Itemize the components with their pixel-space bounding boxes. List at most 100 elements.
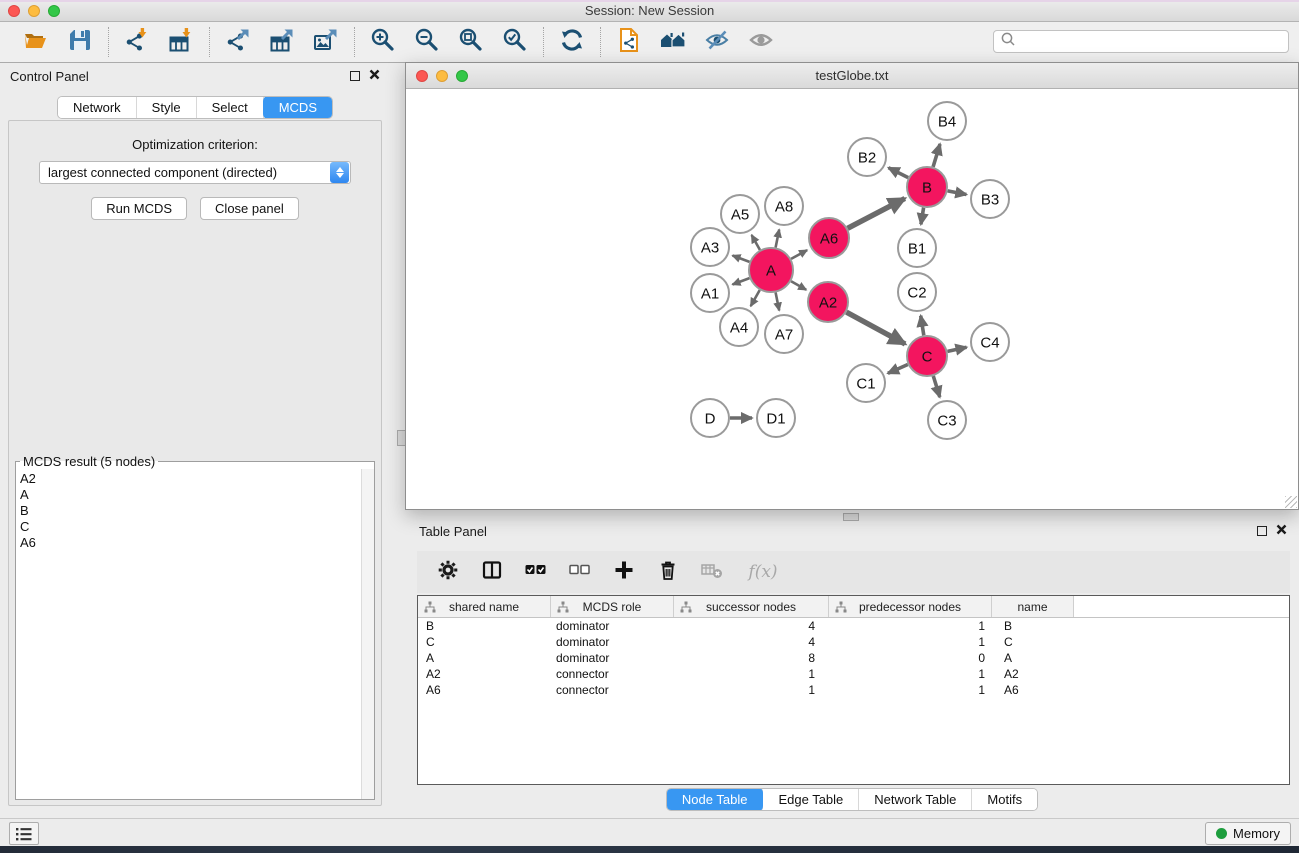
network-graph: A A1 A2 A3 A4 A5 A6 A7 A8 B B1 B2 B3 B4 C C1 C2 C3 C4 D D1 <box>406 89 1298 509</box>
table-settings-button[interactable] <box>433 557 463 587</box>
edge-C-C4 <box>948 347 967 351</box>
export-network-button[interactable] <box>219 26 257 58</box>
graph-node-B4[interactable]: B4 <box>928 102 966 140</box>
desktop-background <box>0 846 1299 853</box>
graph-node-B1[interactable]: B1 <box>898 229 936 267</box>
import-network-button[interactable] <box>118 26 156 58</box>
close-table-panel-icon[interactable] <box>1276 522 1287 540</box>
memory-button[interactable]: Memory <box>1205 822 1291 845</box>
deselect-all-rows-button[interactable] <box>565 557 595 587</box>
show-details-button[interactable] <box>742 26 780 58</box>
mcds-result-item[interactable]: A <box>20 487 374 503</box>
refresh-button[interactable] <box>553 26 591 58</box>
welcome-screen-button[interactable] <box>654 26 692 58</box>
search-field <box>993 30 1289 53</box>
float-table-panel-icon[interactable] <box>1257 526 1267 536</box>
table-panel: Table Panel f(x) shared nameMCDS rolesuc… <box>405 518 1299 818</box>
run-mcds-button[interactable]: Run MCDS <box>91 197 187 220</box>
graph-node-A4[interactable]: A4 <box>720 308 758 346</box>
close-panel-icon[interactable] <box>369 67 380 85</box>
svg-text:B1: B1 <box>908 240 926 257</box>
zoom-selected-button[interactable] <box>496 26 534 58</box>
import-network-icon <box>124 27 150 58</box>
graph-node-A7[interactable]: A7 <box>765 315 803 353</box>
open-session-button[interactable] <box>17 26 55 58</box>
table-row[interactable]: A6connector11A6 <box>418 682 1289 698</box>
task-history-button[interactable] <box>9 822 39 845</box>
add-column-button[interactable] <box>609 557 639 587</box>
table-settings-icon <box>437 559 459 586</box>
graph-node-D1[interactable]: D1 <box>757 399 795 437</box>
table-cell: dominator <box>551 651 674 665</box>
search-input[interactable] <box>1016 35 1282 49</box>
graph-node-B2[interactable]: B2 <box>848 138 886 176</box>
graph-node-A6[interactable]: A6 <box>809 218 849 258</box>
graph-node-C2[interactable]: C2 <box>898 273 936 311</box>
graph-node-B3[interactable]: B3 <box>971 180 1009 218</box>
zoom-fit-icon <box>458 27 484 58</box>
table-tab-node-table[interactable]: Node Table <box>666 788 765 811</box>
network-window-titlebar: testGlobe.txt <box>406 63 1298 89</box>
mcds-result-item[interactable]: B <box>20 503 374 519</box>
open-session-icon <box>23 27 49 58</box>
hide-details-button[interactable] <box>698 26 736 58</box>
table-row[interactable]: A2connector11A2 <box>418 666 1289 682</box>
select-all-rows-button[interactable] <box>521 557 551 587</box>
import-table-button[interactable] <box>162 26 200 58</box>
table-tab-network-table[interactable]: Network Table <box>859 789 972 810</box>
graph-node-C[interactable]: C <box>907 336 947 376</box>
show-details-icon <box>748 27 774 58</box>
svg-text:A8: A8 <box>775 198 793 215</box>
delete-column-button[interactable] <box>653 557 683 587</box>
graph-node-B[interactable]: B <box>907 167 947 207</box>
table-row[interactable]: Adominator80A <box>418 650 1289 666</box>
tab-network[interactable]: Network <box>58 97 137 118</box>
table-row[interactable]: Cdominator41C <box>418 634 1289 650</box>
table-tab-edge-table[interactable]: Edge Table <box>763 789 859 810</box>
result-list-scrollbar[interactable] <box>361 469 374 799</box>
close-panel-button[interactable]: Close panel <box>200 197 299 220</box>
graph-node-D[interactable]: D <box>691 399 729 437</box>
column-header-filler <box>1074 596 1289 617</box>
tab-select[interactable]: Select <box>197 97 264 118</box>
split-panel-button[interactable] <box>477 557 507 587</box>
column-header-MCDS-role[interactable]: MCDS role <box>551 596 674 617</box>
tab-style[interactable]: Style <box>137 97 197 118</box>
graph-node-C3[interactable]: C3 <box>928 401 966 439</box>
float-panel-icon[interactable] <box>350 71 360 81</box>
graph-node-A5[interactable]: A5 <box>721 195 759 233</box>
zoom-fit-button[interactable] <box>452 26 490 58</box>
mcds-result-item[interactable]: C <box>20 519 374 535</box>
export-image-button[interactable] <box>307 26 345 58</box>
graph-node-C1[interactable]: C1 <box>847 364 885 402</box>
graph-node-A8[interactable]: A8 <box>765 187 803 225</box>
graph-node-A2[interactable]: A2 <box>808 282 848 322</box>
table-cell: 4 <box>674 619 829 633</box>
zoom-in-button[interactable] <box>364 26 402 58</box>
save-session-button[interactable] <box>61 26 99 58</box>
tab-mcds[interactable]: MCDS <box>263 96 333 119</box>
export-table-button[interactable] <box>263 26 301 58</box>
column-header-shared-name[interactable]: shared name <box>418 596 551 617</box>
window-title: Session: New Session <box>0 3 1299 18</box>
save-session-icon <box>67 27 93 58</box>
column-header-name[interactable]: name <box>992 596 1074 617</box>
zoom-out-button[interactable] <box>408 26 446 58</box>
mcds-result-item[interactable]: A6 <box>20 535 374 551</box>
graph-node-A3[interactable]: A3 <box>691 228 729 266</box>
table-tab-motifs[interactable]: Motifs <box>972 789 1037 810</box>
network-canvas[interactable]: A A1 A2 A3 A4 A5 A6 A7 A8 B B1 B2 B3 B4 C C1 C2 C3 C4 D D1 <box>406 89 1298 509</box>
memory-status-icon <box>1216 828 1227 839</box>
column-header-successor-nodes[interactable]: successor nodes <box>674 596 829 617</box>
criterion-select[interactable]: largest connected component (directed) <box>39 161 351 184</box>
table-tabs: Node TableEdge TableNetwork TableMotifs <box>666 788 1038 811</box>
column-header-predecessor-nodes[interactable]: predecessor nodes <box>829 596 992 617</box>
network-document-button[interactable] <box>610 26 648 58</box>
window-resize-handle[interactable] <box>1285 496 1297 508</box>
graph-node-A1[interactable]: A1 <box>691 274 729 312</box>
table-row[interactable]: Bdominator41B <box>418 618 1289 634</box>
graph-node-C4[interactable]: C4 <box>971 323 1009 361</box>
mcds-result-item[interactable]: A2 <box>20 471 374 487</box>
export-table-icon <box>269 27 295 58</box>
graph-node-A[interactable]: A <box>749 248 793 292</box>
